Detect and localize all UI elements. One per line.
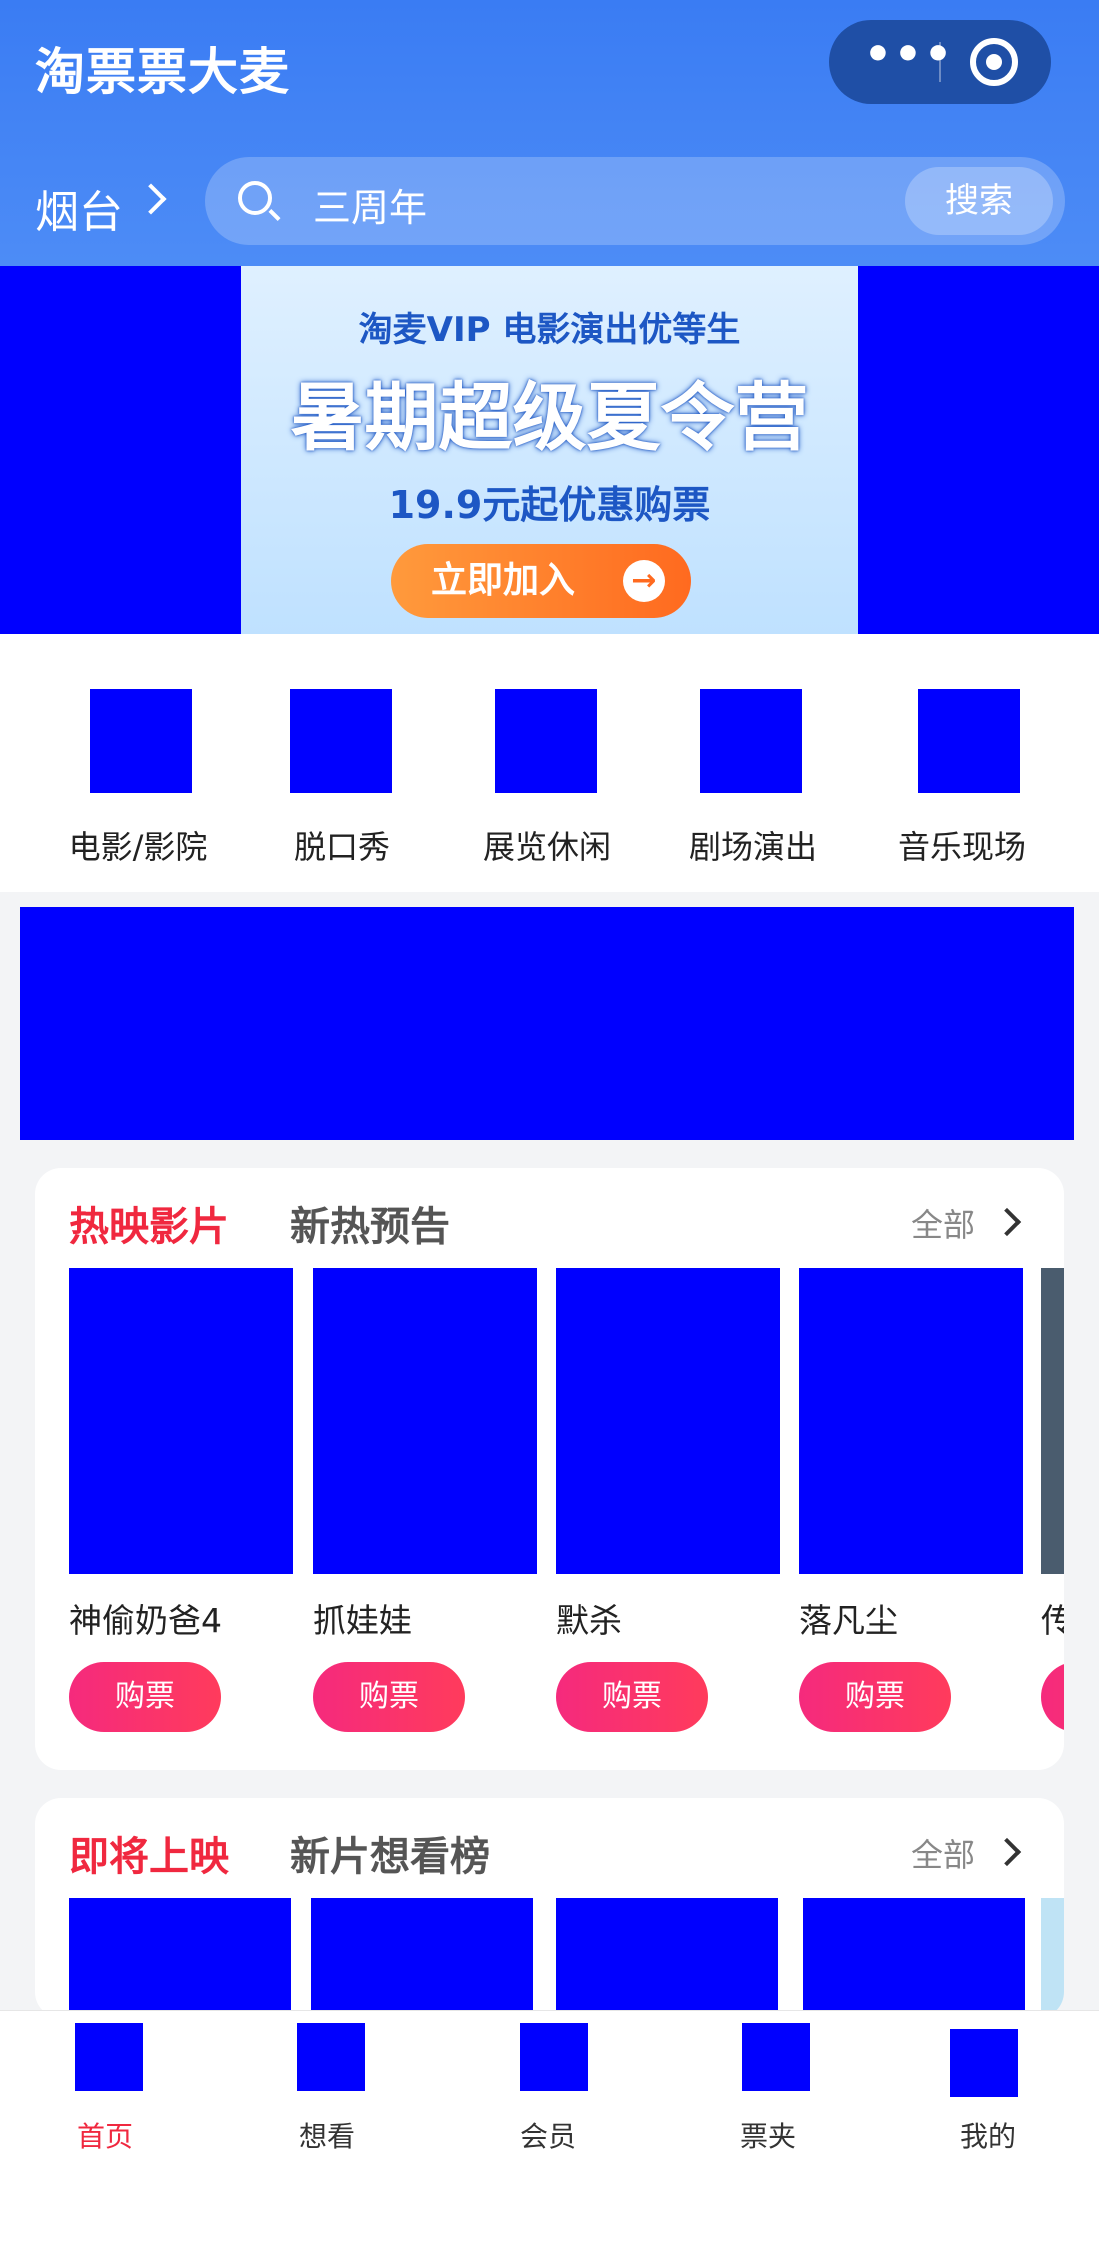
category-grid: 电影/影院 脱口秀 展览休闲 剧场演出 音乐现场 xyxy=(0,634,1099,892)
buy-ticket-button[interactable]: 购票 xyxy=(313,1662,465,1732)
tab-new-trailers[interactable]: 新热预告 xyxy=(290,1194,450,1252)
banner-prev-slide[interactable] xyxy=(0,266,241,634)
profile-icon xyxy=(950,2029,1018,2097)
movie-title: 落凡尘 xyxy=(799,1601,898,1640)
tab-label: 票夹 xyxy=(739,2120,796,2153)
buy-ticket-button[interactable]: 购票 xyxy=(1041,1662,1064,1732)
search-bar[interactable]: 三周年 搜索 xyxy=(205,157,1065,245)
banner-next-slide[interactable] xyxy=(858,266,1099,634)
close-mini-program-icon[interactable] xyxy=(970,38,1018,86)
category-standup[interactable]: 脱口秀 xyxy=(242,634,442,892)
category-exhibition[interactable]: 展览休闲 xyxy=(447,634,647,892)
tab-most-wanted[interactable]: 新片想看榜 xyxy=(290,1824,490,1882)
category-label: 电影/影院 xyxy=(68,828,208,866)
movie-poster[interactable] xyxy=(69,1898,291,2018)
movie-poster[interactable] xyxy=(69,1268,293,1574)
buy-ticket-button[interactable]: 购票 xyxy=(799,1662,951,1732)
movie-poster[interactable] xyxy=(311,1898,533,2018)
tab-label: 我的 xyxy=(959,2120,1016,2153)
join-now-label: 立即加入 xyxy=(431,560,576,601)
city-selector[interactable]: 烟台 xyxy=(35,176,123,240)
now-showing-section: 热映影片 新热预告 全部 神偷奶爸4 购票 抓娃娃 购票 默杀 购票 落凡尘 购… xyxy=(35,1168,1064,1770)
category-theater[interactable]: 剧场演出 xyxy=(653,634,853,892)
arrow-right-icon: → xyxy=(623,560,665,602)
mini-program-capsule: ••• xyxy=(829,20,1051,104)
movie-poster[interactable] xyxy=(313,1268,537,1574)
chevron-right-icon[interactable] xyxy=(135,183,167,215)
banner-carousel: 淘麦VIP 电影演出优等生 暑期超级夏令营 19.9元起优惠购票 立即加入 → xyxy=(0,266,1099,634)
chevron-right-icon[interactable] xyxy=(992,1207,1022,1237)
search-input[interactable]: 三周年 xyxy=(313,177,427,232)
movie-poster[interactable] xyxy=(556,1898,778,2018)
wishlist-icon xyxy=(297,2023,365,2091)
coming-soon-section: 即将上映 新片想看榜 全部 xyxy=(35,1798,1064,2018)
banner-subtitle: 淘麦VIP 电影演出优等生 xyxy=(358,310,741,350)
home-icon xyxy=(75,2023,143,2091)
see-all-link[interactable]: 全部 xyxy=(911,1830,975,1876)
tab-ticket-wallet[interactable]: 票夹 xyxy=(668,2011,868,2171)
capsule-divider xyxy=(939,42,941,82)
buy-ticket-button[interactable]: 购票 xyxy=(69,1662,221,1732)
movie-title: 神偷奶爸4 xyxy=(69,1601,222,1640)
tab-coming-soon[interactable]: 即将上映 xyxy=(69,1824,229,1882)
join-now-button[interactable]: 立即加入 → xyxy=(391,544,691,618)
movie-poster[interactable] xyxy=(1041,1898,1064,2018)
tab-profile[interactable]: 我的 xyxy=(888,2011,1088,2171)
movie-title: 传 xyxy=(1041,1601,1064,1640)
category-label: 剧场演出 xyxy=(688,828,817,866)
header: 淘票票大麦 ••• 烟台 三周年 搜索 xyxy=(0,0,1099,266)
tab-label: 首页 xyxy=(76,2120,133,2153)
banner-price: 19.9元起优惠购票 xyxy=(388,483,711,527)
category-label: 音乐现场 xyxy=(897,828,1026,866)
category-music[interactable]: 音乐现场 xyxy=(862,634,1062,892)
standup-icon xyxy=(290,689,392,793)
music-icon xyxy=(918,689,1020,793)
exhibition-icon xyxy=(495,689,597,793)
movie-poster[interactable] xyxy=(799,1268,1023,1574)
member-icon xyxy=(520,2023,588,2091)
bottom-tab-bar: 首页 想看 会员 票夹 我的 xyxy=(0,2010,1099,2246)
theater-icon xyxy=(700,689,802,793)
movie-poster[interactable] xyxy=(556,1268,780,1574)
see-all-link[interactable]: 全部 xyxy=(911,1200,975,1246)
more-menu-icon[interactable]: ••• xyxy=(859,20,959,104)
ticket-wallet-icon xyxy=(742,2023,810,2091)
movie-title: 默杀 xyxy=(556,1601,622,1640)
app-title: 淘票票大麦 xyxy=(35,43,290,101)
buy-ticket-button[interactable]: 购票 xyxy=(556,1662,708,1732)
banner-title: 暑期超级夏令营 xyxy=(290,375,809,461)
tab-label: 会员 xyxy=(519,2120,576,2153)
movie-poster[interactable] xyxy=(1041,1268,1064,1574)
category-movie[interactable]: 电影/影院 xyxy=(38,634,238,892)
search-button[interactable]: 搜索 xyxy=(905,167,1053,235)
tab-label: 想看 xyxy=(298,2120,355,2153)
movie-icon xyxy=(90,689,192,793)
tab-home[interactable]: 首页 xyxy=(5,2011,205,2171)
movie-poster[interactable] xyxy=(803,1898,1025,2018)
banner-slide[interactable]: 淘麦VIP 电影演出优等生 暑期超级夏令营 19.9元起优惠购票 立即加入 → xyxy=(241,266,858,634)
promo-banner[interactable] xyxy=(20,907,1074,1140)
tab-member[interactable]: 会员 xyxy=(448,2011,648,2171)
category-label: 展览休闲 xyxy=(482,828,611,866)
chevron-right-icon[interactable] xyxy=(992,1837,1022,1867)
tab-now-showing[interactable]: 热映影片 xyxy=(69,1194,229,1252)
tab-wishlist[interactable]: 想看 xyxy=(227,2011,427,2171)
category-label: 脱口秀 xyxy=(293,828,390,866)
movie-title: 抓娃娃 xyxy=(313,1601,412,1640)
search-icon xyxy=(238,181,272,215)
